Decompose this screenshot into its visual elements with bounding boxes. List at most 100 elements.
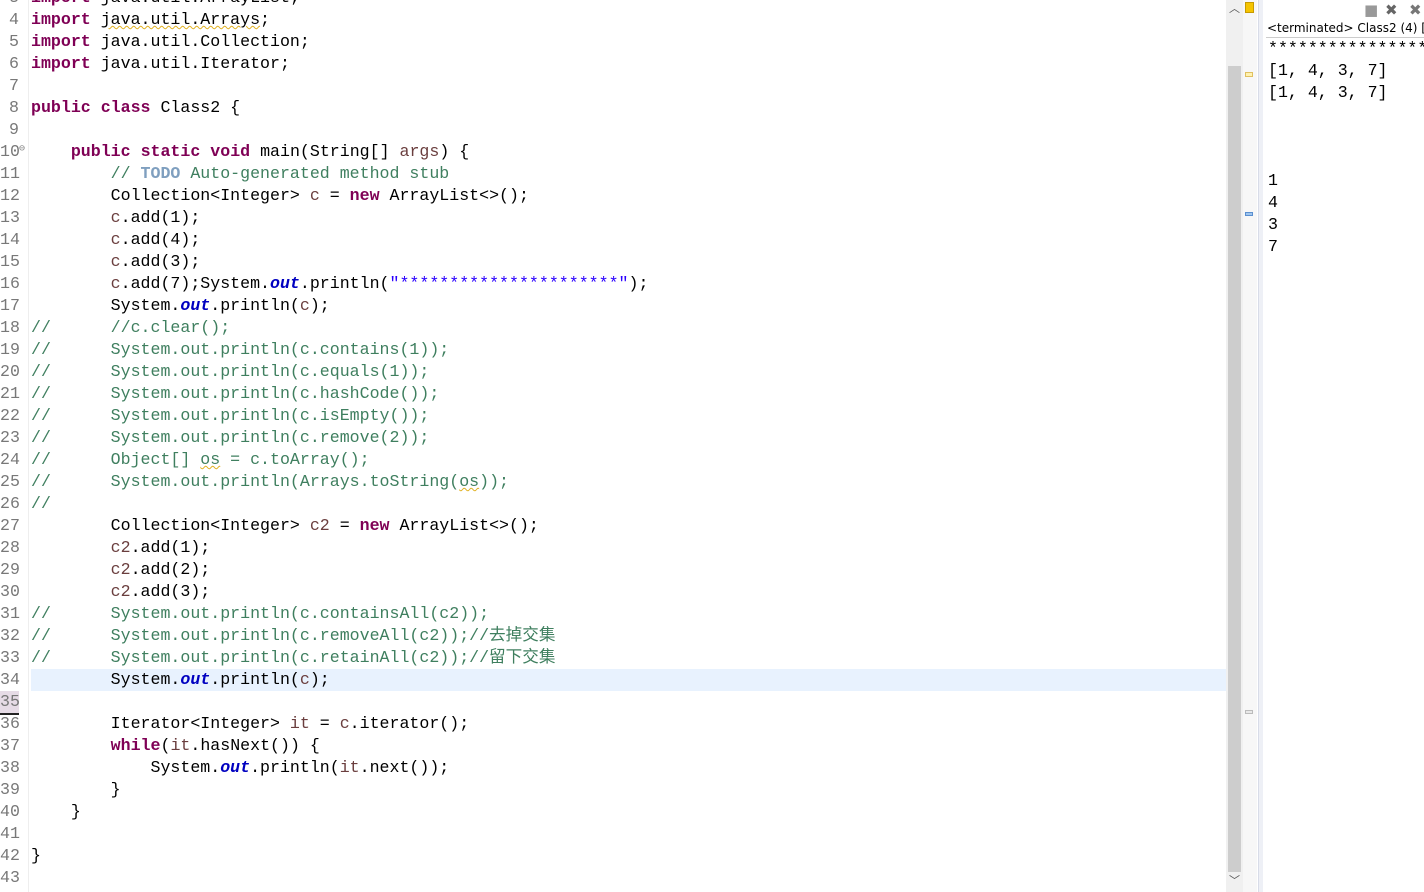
code-text[interactable]: // System.out.println(c.hashCode()); — [31, 383, 1226, 405]
code-text[interactable]: import java.util.Iterator; — [31, 53, 1226, 75]
code-text[interactable]: // TODO Auto-generated method stub — [31, 163, 1226, 185]
code-text[interactable]: import java.util.Arrays; — [31, 9, 1226, 31]
code-text[interactable]: c.add(4); — [31, 229, 1226, 251]
code-line[interactable]: 12 Collection<Integer> c = new ArrayList… — [0, 185, 1226, 207]
code-token: c — [299, 296, 310, 315]
code-line[interactable]: 36 Iterator<Integer> it = c.iterator(); — [0, 713, 1226, 735]
code-line[interactable]: 24 // Object[] os = c.toArray(); — [0, 449, 1226, 471]
code-text[interactable]: // System.out.println(c.equals(1)); — [31, 361, 1226, 383]
code-line[interactable]: 34 System.out.println(c); — [0, 669, 1226, 691]
code-text[interactable] — [31, 75, 1226, 97]
code-line[interactable]: 3 import java.util.ArrayList; — [0, 0, 1226, 9]
code-line[interactable]: 6 import java.util.Iterator; — [0, 53, 1226, 75]
code-line[interactable]: 16 c.add(7);System.out.println("********… — [0, 273, 1226, 295]
code-line[interactable]: 28 c2.add(1); — [0, 537, 1226, 559]
code-editor[interactable]: 3 import java.util.ArrayList; 4 import java… — [0, 0, 1226, 892]
code-line[interactable]: 40 } — [0, 801, 1226, 823]
code-text[interactable]: // — [31, 493, 1226, 515]
editor-vertical-scrollbar[interactable]: ︿ ﹀ — [1226, 0, 1243, 892]
code-line[interactable]: 31 // System.out.println(c.containsAll(c2… — [0, 603, 1226, 625]
code-line[interactable]: 14 c.add(4); — [0, 229, 1226, 251]
code-token: class — [100, 98, 151, 117]
code-line[interactable]: 21 // System.out.println(c.hashCode()); — [0, 383, 1226, 405]
code-line[interactable]: 43 — [0, 867, 1226, 889]
code-text[interactable]: } — [31, 845, 1226, 867]
code-text[interactable]: // Object[] os = c.toArray(); — [31, 449, 1226, 471]
scroll-up-arrow-icon[interactable]: ︿ — [1226, 0, 1243, 16]
code-text[interactable]: public class Class2 { — [31, 97, 1226, 119]
code-text[interactable] — [31, 119, 1226, 141]
code-text[interactable]: // System.out.println(Arrays.toString(os… — [31, 471, 1226, 493]
code-text[interactable] — [31, 691, 1226, 713]
code-line[interactable]: 32 // System.out.println(c.removeAll(c2))… — [0, 625, 1226, 647]
code-line[interactable]: 27 Collection<Integer> c2 = new ArrayLis… — [0, 515, 1226, 537]
terminate-icon[interactable]: ■ — [1364, 1, 1378, 19]
code-line[interactable]: 25 // System.out.println(Arrays.toString(… — [0, 471, 1226, 493]
code-text[interactable]: System.out.println(it.next()); — [31, 757, 1226, 779]
code-text[interactable]: c.add(7);System.out.println("***********… — [31, 273, 1226, 295]
code-text[interactable]: Collection<Integer> c = new ArrayList<>(… — [31, 185, 1226, 207]
code-text[interactable]: c.add(1); — [31, 207, 1226, 229]
code-text[interactable]: System.out.println(c); — [31, 669, 1226, 691]
code-line[interactable]: 10 ⊖ public static void main(String[] arg… — [0, 141, 1226, 163]
code-token: // //c.clear(); — [31, 318, 231, 337]
code-line[interactable]: 7 — [0, 75, 1226, 97]
code-text[interactable]: c.add(3); — [31, 251, 1226, 273]
code-line[interactable]: 17 System.out.println(c); — [0, 295, 1226, 317]
code-line[interactable]: 13 c.add(1); — [0, 207, 1226, 229]
code-line[interactable]: 9 — [0, 119, 1226, 141]
code-line[interactable]: 18 // //c.clear(); — [0, 317, 1226, 339]
code-text[interactable] — [31, 867, 1226, 889]
code-text[interactable]: Collection<Integer> c2 = new ArrayList<>… — [31, 515, 1226, 537]
code-text[interactable]: while(it.hasNext()) { — [31, 735, 1226, 757]
code-text[interactable]: import java.util.Collection; — [31, 31, 1226, 53]
code-text[interactable] — [31, 823, 1226, 845]
code-text[interactable]: c2.add(3); — [31, 581, 1226, 603]
code-line[interactable]: 4 import java.util.Arrays; — [0, 9, 1226, 31]
code-text[interactable]: // System.out.println(c.containsAll(c2))… — [31, 603, 1226, 625]
code-line[interactable]: 41 — [0, 823, 1226, 845]
code-line[interactable]: 19 // System.out.println(c.contains(1)); — [0, 339, 1226, 361]
code-text[interactable]: c2.add(1); — [31, 537, 1226, 559]
code-line[interactable]: 23 // System.out.println(c.remove(2)); — [0, 427, 1226, 449]
code-text[interactable]: // //c.clear(); — [31, 317, 1226, 339]
remove-all-terminated-icon[interactable]: ✖ — [1409, 1, 1422, 19]
code-token: .println( — [299, 274, 390, 293]
code-text[interactable]: // System.out.println(c.contains(1)); — [31, 339, 1226, 361]
code-line[interactable]: 38 System.out.println(it.next()); — [0, 757, 1226, 779]
code-line[interactable]: 42} — [0, 845, 1226, 867]
code-text[interactable]: Iterator<Integer> it = c.iterator(); — [31, 713, 1226, 735]
code-line[interactable]: 26 // — [0, 493, 1226, 515]
scroll-down-arrow-icon[interactable]: ﹀ — [1226, 872, 1243, 888]
code-line[interactable]: 11 // TODO Auto-generated method stub — [0, 163, 1226, 185]
code-line[interactable]: 8 public class Class2 { — [0, 97, 1226, 119]
code-text[interactable]: import java.util.ArrayList; — [31, 0, 1226, 9]
code-line[interactable]: 39 } — [0, 779, 1226, 801]
warning-marker[interactable] — [1245, 72, 1253, 77]
code-text[interactable]: } — [31, 801, 1226, 823]
code-line[interactable]: 15 c.add(3); — [0, 251, 1226, 273]
code-line[interactable]: 22 // System.out.println(c.isEmpty()); — [0, 405, 1226, 427]
scrollbar-thumb[interactable] — [1228, 66, 1241, 872]
code-text[interactable]: // System.out.println(c.remove(2)); — [31, 427, 1226, 449]
warning-summary-icon[interactable] — [1245, 2, 1254, 13]
code-line[interactable]: 33 // System.out.println(c.retainAll(c2))… — [0, 647, 1226, 669]
remove-launch-icon[interactable]: ✖ — [1385, 1, 1398, 19]
code-line[interactable]: 20 // System.out.println(c.equals(1)); — [0, 361, 1226, 383]
code-text[interactable]: // System.out.println(c.retainAll(c2));/… — [31, 647, 1226, 669]
code-line[interactable]: 30 c2.add(3); — [0, 581, 1226, 603]
code-text[interactable]: // System.out.println(c.removeAll(c2));/… — [31, 625, 1226, 647]
code-line[interactable]: 5 import java.util.Collection; — [0, 31, 1226, 53]
code-text[interactable]: c2.add(2); — [31, 559, 1226, 581]
code-text[interactable]: // System.out.println(c.isEmpty()); — [31, 405, 1226, 427]
code-text[interactable]: } — [31, 779, 1226, 801]
fold-collapse-icon[interactable]: ⊖ — [19, 145, 25, 155]
overview-ruler[interactable] — [1243, 0, 1257, 892]
occurrence-marker[interactable] — [1245, 212, 1253, 216]
code-line[interactable]: 35 — [0, 691, 1226, 715]
code-text[interactable]: System.out.println(c); — [31, 295, 1226, 317]
annotation-marker[interactable] — [1245, 710, 1253, 714]
code-line[interactable]: 29 c2.add(2); — [0, 559, 1226, 581]
code-line[interactable]: 37 while(it.hasNext()) { — [0, 735, 1226, 757]
code-text[interactable]: public static void main(String[] args) { — [31, 141, 1226, 163]
